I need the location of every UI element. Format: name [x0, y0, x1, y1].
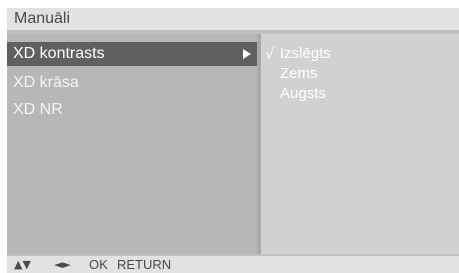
submenu-list: XD kontrasts XD krāsa XD NR: [7, 34, 257, 254]
menu-item-label: XD krāsa: [13, 74, 79, 91]
menu-item-label: XD NR: [13, 101, 63, 118]
options-list: √ Izslēgts Zems Augsts: [261, 34, 459, 254]
menu-item-label: XD kontrasts: [13, 45, 105, 62]
menu-item-xd-nr[interactable]: XD NR: [7, 98, 257, 122]
option-zems[interactable]: Zems: [261, 64, 451, 84]
arrow-right-icon: [243, 49, 251, 59]
ok-hint: OK: [89, 257, 108, 272]
option-izslegts[interactable]: √ Izslēgts: [261, 44, 451, 64]
option-label: Zems: [280, 65, 318, 82]
menu-title: Manuāli: [14, 10, 71, 27]
checkmark-icon: √: [265, 45, 275, 63]
menu-item-xd-krasa[interactable]: XD krāsa: [7, 71, 257, 95]
navigation-hint-bar: ▲▼ ◄► OK RETURN: [7, 256, 459, 273]
up-down-arrows-icon: ▲▼: [14, 258, 31, 271]
left-right-arrows-icon: ◄►: [54, 258, 71, 271]
option-label: Augsts: [280, 85, 326, 102]
osd-menu: Manuāli XD kontrasts XD krāsa XD NR √ Iz…: [7, 8, 459, 273]
option-augsts[interactable]: Augsts: [261, 84, 451, 104]
return-hint: RETURN: [117, 257, 172, 272]
menu-item-xd-kontrasts[interactable]: XD kontrasts: [7, 42, 257, 66]
title-bar: Manuāli: [7, 8, 459, 30]
option-label: Izslēgts: [280, 45, 331, 62]
